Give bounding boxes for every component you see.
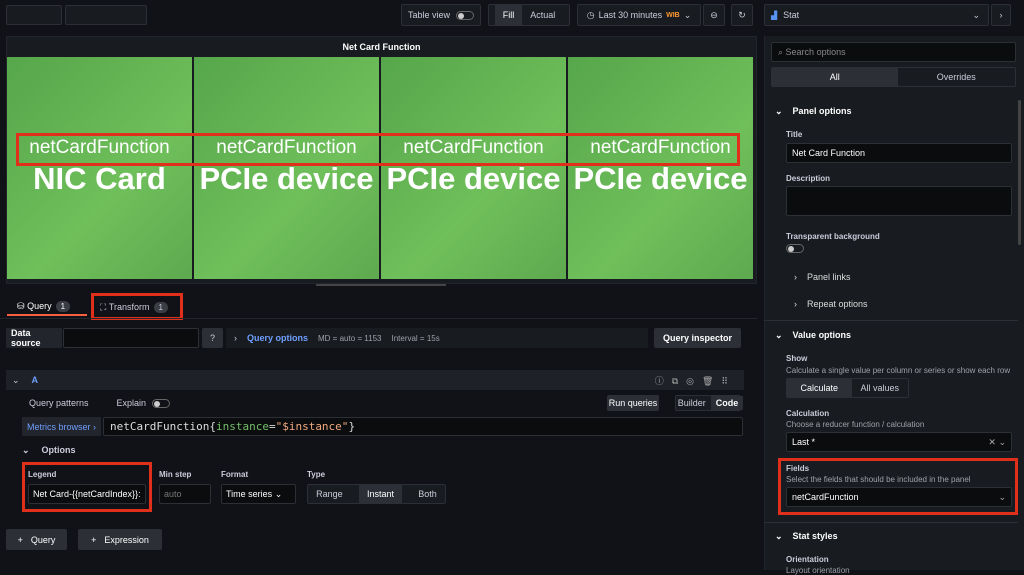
metrics-browser-button[interactable]: Metrics browser › [22,417,101,436]
title-input[interactable]: Net Card Function [786,143,1012,163]
panel-links-section[interactable]: › Panel links [794,272,851,282]
calculation-desc: Choose a reducer function / calculation [786,420,925,429]
stat-tile: netCardFunction PCIe device [381,57,566,279]
tile-value: NIC Card [33,161,166,196]
calculation-select[interactable]: Last * ✕ ⌄ [786,432,1012,452]
min-step-input[interactable]: auto [159,484,211,504]
stat-tile: netCardFunction PCIe device [568,57,753,279]
help-icon[interactable]: ? [202,328,223,348]
type-instant[interactable]: Instant [358,485,402,503]
description-label: Description [786,174,831,183]
scrollbar[interactable] [1018,100,1021,245]
run-queries-button[interactable]: Run queries [607,395,659,411]
add-query-label: Query [30,534,56,545]
orientation-desc: Layout orientation [786,566,850,575]
query-header[interactable]: ⌄ A ⓘ⧉◎🗑⠿ [6,370,744,390]
back-button[interactable] [6,5,62,25]
title-label: Title [786,130,803,139]
show-label: Show [786,354,808,363]
query-editor[interactable]: netCardFunction{instance="$instance"} [103,417,743,436]
data-source-label: Data source [6,328,62,348]
refresh-icon[interactable]: ↻ [731,4,753,26]
time-range: Last 30 minutes [598,10,663,20]
tile-value: PCIe device [386,161,561,196]
type-label: Type [307,470,326,479]
transparent-toggle[interactable] [786,244,804,253]
chevron-down-icon: ⌄ [972,9,980,20]
timezone: WIB [666,11,680,19]
query-options[interactable]: › Query options MD = auto = 1153 Interval =… [226,328,648,348]
max-data-points: MD = auto = 1153 [318,333,382,343]
add-query-button[interactable]: + Query [6,529,67,550]
type-range[interactable]: Range [316,489,343,499]
stat-styles-section[interactable]: ⌄ Stat styles [775,531,838,542]
format-label: Format [221,470,249,479]
stat-tile: netCardFunction PCIe device [194,57,379,279]
metrics-browser-label: Metrics browser [27,421,91,432]
discard-button[interactable] [65,5,147,25]
query-patterns-button[interactable]: Query patterns [29,398,89,408]
table-view-toggle[interactable]: Table view [401,4,481,26]
tab-query[interactable]: ⛁ Query 1 [7,298,87,316]
highlight-box [22,462,152,512]
actual-button[interactable]: Actual [522,5,563,25]
highlight-box [16,133,740,166]
tile-value: PCIe device [199,161,374,196]
fill-actual-group: Fill Actual [488,4,570,26]
search-options-input[interactable]: ⌕ Search options [771,42,1016,62]
tab-overrides[interactable]: Overrides [898,72,1016,82]
time-picker[interactable]: ◷ Last 30 minutes WIB ⌄ [577,4,701,26]
highlight-box [91,293,183,320]
fill-button[interactable]: Fill [494,5,523,25]
collapse-options-icon[interactable]: › [991,4,1011,26]
explain-toggle[interactable] [152,398,171,408]
repeat-options-section[interactable]: › Repeat options [794,299,868,309]
toggle-switch[interactable] [456,10,475,20]
database-icon: ⛁ [17,300,25,311]
description-input[interactable] [786,186,1012,216]
calculation-label: Calculation [786,409,830,418]
query-actions[interactable]: ⓘ⧉◎🗑⠿ [655,374,736,387]
query-options-label: Query options [247,333,309,343]
tab-count: 1 [55,300,71,312]
options-label: Options [41,445,76,455]
panel-title: Net Card Function [342,42,421,52]
table-view-label: Table view [407,10,451,20]
visualization-picker[interactable]: ▟ Stat ⌄ [764,4,989,26]
builder-button[interactable]: Builder [673,398,711,408]
viz-type: Stat [783,10,800,20]
stat-tile: netCardFunction NIC Card [7,57,192,279]
tab-all[interactable]: All [772,68,898,86]
clock-icon: ◷ [586,9,595,20]
min-step-label: Min step [159,470,192,479]
transparent-label: Transparent background [786,232,880,241]
value-options-section[interactable]: ⌄ Value options [775,330,851,341]
add-expression-button[interactable]: + Expression [78,529,162,550]
zoom-out-icon[interactable]: ⊖ [703,4,725,26]
show-desc: Calculate a single value per column or s… [786,366,1011,375]
format-select[interactable]: Time series ⌄ [221,484,296,504]
chevron-down-icon[interactable]: ⌄ [12,375,20,386]
tab-label: Query [27,301,52,311]
data-source-picker[interactable] [63,328,199,348]
interval: Interval = 15s [391,333,440,343]
orientation-label: Orientation [786,555,829,564]
highlight-box [778,458,1018,515]
type-both[interactable]: Both [418,489,437,499]
all-values-button[interactable]: All values [852,383,909,393]
tile-value: PCIe device [573,161,748,196]
stat-icon: ▟ [771,10,778,20]
resize-handle[interactable] [316,284,446,286]
add-expression-label: Expression [104,534,149,545]
code-button[interactable]: Code [710,396,744,410]
panel-options-section[interactable]: ⌄ Panel options [775,106,852,117]
options-toggle[interactable]: ⌄ Options [22,445,76,456]
calculate-button[interactable]: Calculate [787,379,852,397]
query-inspector-button[interactable]: Query inspector [654,328,741,348]
query-ref: A [31,375,39,385]
explain-label: Explain [116,398,147,408]
chevron-down-icon: ⌄ [683,9,692,20]
